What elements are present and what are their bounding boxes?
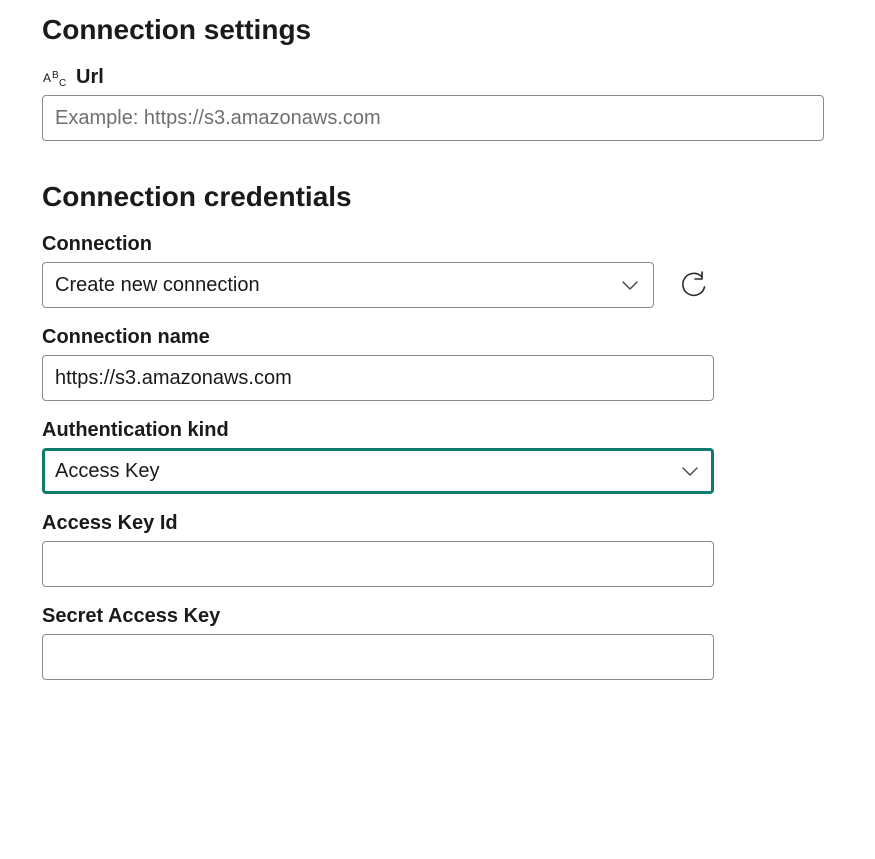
text-type-icon: A B C: [42, 67, 70, 89]
authentication-kind-select[interactable]: Access Key: [42, 448, 714, 494]
connection-label: Connection: [42, 233, 152, 256]
authentication-kind-label: Authentication kind: [42, 419, 229, 442]
connection-select-value: Create new connection: [55, 274, 260, 297]
url-input[interactable]: [42, 95, 824, 141]
url-label: Url: [76, 66, 104, 89]
secret-access-key-label: Secret Access Key: [42, 605, 220, 628]
connection-credentials-heading: Connection credentials: [42, 181, 833, 213]
access-key-id-label: Access Key Id: [42, 512, 178, 535]
refresh-button[interactable]: [674, 265, 714, 305]
connection-settings-heading: Connection settings: [42, 14, 833, 46]
chevron-down-icon: [679, 460, 701, 482]
connection-name-input[interactable]: [42, 355, 714, 401]
url-field: A B C Url: [42, 66, 824, 141]
authentication-kind-field: Authentication kind Access Key: [42, 419, 714, 494]
connection-name-label: Connection name: [42, 326, 210, 349]
connection-field: Connection Create new connection: [42, 233, 714, 308]
svg-text:B: B: [52, 70, 59, 81]
access-key-id-input[interactable]: [42, 541, 714, 587]
svg-text:A: A: [43, 71, 51, 85]
authentication-kind-value: Access Key: [55, 460, 159, 483]
secret-access-key-input[interactable]: [42, 634, 714, 680]
connection-name-field: Connection name: [42, 326, 714, 401]
refresh-icon: [679, 270, 709, 300]
access-key-id-field: Access Key Id: [42, 512, 714, 587]
chevron-down-icon: [619, 274, 641, 296]
svg-text:C: C: [59, 78, 66, 88]
secret-access-key-field: Secret Access Key: [42, 605, 714, 680]
connection-select[interactable]: Create new connection: [42, 262, 654, 308]
